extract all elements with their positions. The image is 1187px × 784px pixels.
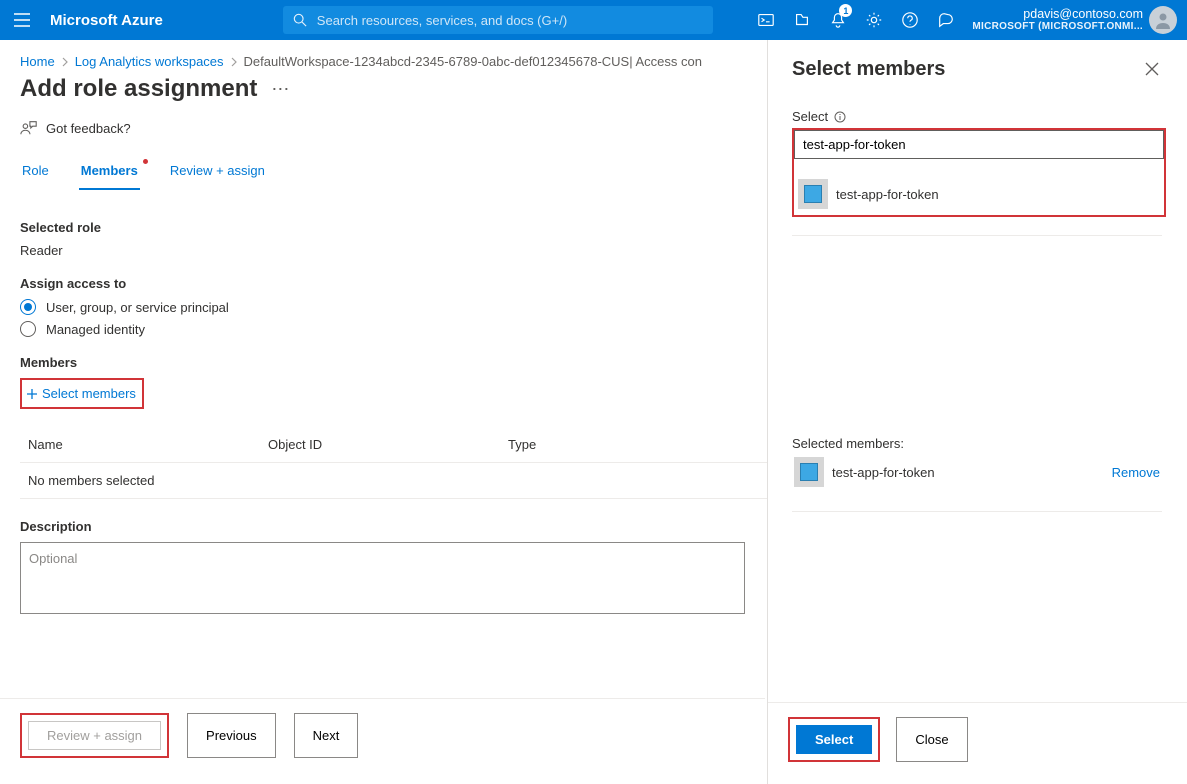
panel-close-button[interactable]: Close: [896, 717, 967, 762]
select-members-panel: Select members Select test-app-for-token…: [767, 40, 1187, 784]
page-title: Add role assignment: [20, 75, 257, 103]
search-input[interactable]: [315, 12, 703, 29]
crumb-workspaces[interactable]: Log Analytics workspaces: [75, 54, 224, 69]
close-icon[interactable]: [1141, 58, 1163, 83]
tab-role[interactable]: Role: [20, 155, 51, 190]
account-tenant: MICROSOFT (MICROSOFT.ONMI...: [972, 21, 1143, 32]
col-name: Name: [28, 437, 268, 452]
panel-result-item[interactable]: test-app-for-token: [794, 173, 944, 215]
app-icon: [798, 179, 828, 209]
chevron-right-icon: [61, 54, 69, 69]
avatar-icon[interactable]: [1149, 6, 1177, 34]
account-email: pdavis@contoso.com: [972, 8, 1143, 22]
review-assign-button[interactable]: Review + assign: [28, 721, 161, 750]
crumb-home[interactable]: Home: [20, 54, 55, 69]
panel-result-name: test-app-for-token: [836, 187, 939, 202]
footer-bar: Review + assign Previous Next: [0, 698, 765, 784]
tab-members[interactable]: Members: [79, 155, 140, 190]
radio-opt2-label: Managed identity: [46, 322, 145, 337]
col-object-id: Object ID: [268, 437, 508, 452]
radio-selected-icon: [20, 299, 36, 315]
table-empty-text: No members selected: [28, 473, 154, 488]
settings-icon[interactable]: [856, 0, 892, 40]
top-bar: Microsoft Azure 1 pdavis@contoso.com MIC…: [0, 0, 1187, 40]
app-icon: [794, 457, 824, 487]
feedback-label: Got feedback?: [46, 121, 131, 136]
directories-icon[interactable]: [784, 0, 820, 40]
notifications-icon[interactable]: 1: [820, 0, 856, 40]
panel-title: Select members: [792, 58, 945, 81]
description-input[interactable]: [20, 542, 745, 614]
global-search[interactable]: [283, 6, 713, 34]
tab-members-label: Members: [81, 163, 138, 178]
panel-footer: Select Close: [768, 702, 1187, 784]
highlight-select-members: Select members: [20, 378, 144, 409]
panel-select-input[interactable]: [794, 130, 1164, 159]
help-icon[interactable]: [892, 0, 928, 40]
brand: Microsoft Azure: [50, 12, 163, 29]
chevron-right-icon: [230, 54, 238, 69]
account-block[interactable]: pdavis@contoso.com MICROSOFT (MICROSOFT.…: [972, 8, 1143, 33]
radio-opt1-label: User, group, or service principal: [46, 300, 229, 315]
next-button[interactable]: Next: [294, 713, 359, 758]
remove-link[interactable]: Remove: [1112, 465, 1160, 480]
tab-review[interactable]: Review + assign: [168, 155, 267, 190]
radio-unselected-icon: [20, 321, 36, 337]
plus-icon: [26, 388, 38, 400]
panel-select-label: Select: [792, 109, 1163, 124]
divider: [792, 235, 1162, 236]
cloud-shell-icon[interactable]: [748, 0, 784, 40]
panel-selected-label: Selected members:: [792, 436, 1163, 451]
highlight-review-assign: Review + assign: [20, 713, 169, 758]
selected-member-name: test-app-for-token: [832, 465, 935, 480]
person-feedback-icon: [20, 119, 38, 137]
selected-member-row: test-app-for-token Remove: [792, 451, 1162, 493]
select-members-link[interactable]: Select members: [24, 382, 138, 405]
required-dot-icon: [143, 159, 148, 164]
feedback-icon[interactable]: [928, 0, 964, 40]
hamburger-icon[interactable]: [10, 13, 34, 27]
crumb-tail: | Access con: [629, 54, 702, 69]
highlight-select-input-group: test-app-for-token: [792, 128, 1166, 217]
more-icon[interactable]: ⋯: [271, 85, 290, 94]
notification-badge: 1: [839, 4, 852, 17]
crumb-workspace-name[interactable]: DefaultWorkspace-1234abcd-2345-6789-0abc…: [244, 54, 630, 69]
highlight-panel-select: Select: [788, 717, 880, 762]
previous-button[interactable]: Previous: [187, 713, 276, 758]
search-icon: [293, 13, 307, 27]
panel-select-button[interactable]: Select: [796, 725, 872, 754]
info-icon[interactable]: [834, 111, 846, 123]
select-members-text: Select members: [42, 386, 136, 401]
